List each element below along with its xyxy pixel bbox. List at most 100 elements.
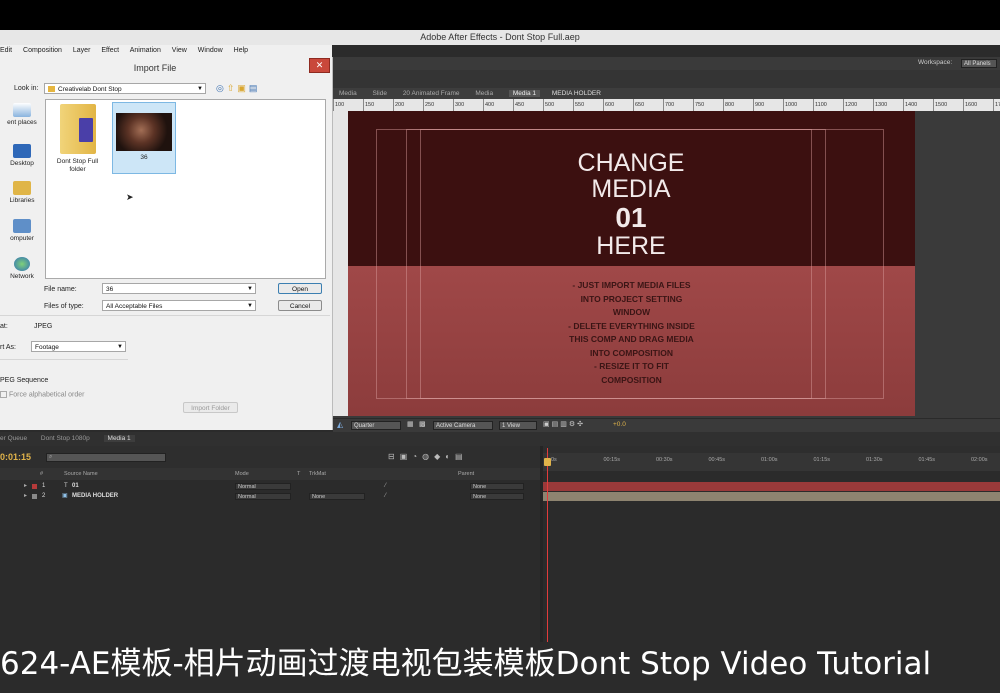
layer-row-1[interactable]: ▸ 1 T 01 Normal ⁄ None: [0, 482, 540, 491]
import-as-select[interactable]: Footage ▼: [31, 341, 126, 352]
menu-animation[interactable]: Animation: [130, 47, 161, 54]
menu-edit[interactable]: Edit: [0, 47, 12, 54]
desktop-icon: [13, 144, 31, 158]
place-label: ent places: [7, 119, 37, 126]
views-select[interactable]: 1 View: [499, 421, 537, 430]
layer-row-2[interactable]: ▸ 2 ▣ MEDIA HOLDER Normal None ⁄ None: [0, 492, 540, 501]
viewer-toolbar: ◭ Quarter ▦ ▩ Active Camera 1 View ▣▤▥⚙✣…: [333, 418, 1000, 432]
ruler-tick-label: 1000: [783, 99, 813, 111]
viewer-tab[interactable]: Media: [339, 90, 357, 97]
current-timecode[interactable]: 0:01:15: [0, 452, 31, 462]
menu-view[interactable]: View: [172, 47, 187, 54]
format-value: JPEG: [34, 323, 53, 330]
look-in-select[interactable]: Creativelab Dont Stop ▼: [44, 83, 206, 94]
composition-canvas: CHANGE MEDIA 01 HERE - JUST IMPORT MEDIA…: [348, 111, 915, 416]
sequence-checkbox-label[interactable]: PEG Sequence: [0, 377, 48, 384]
back-icon[interactable]: ◎: [216, 83, 227, 93]
place-network[interactable]: Network: [0, 257, 44, 280]
current-time-indicator[interactable]: [547, 448, 548, 642]
layer-bar-1[interactable]: [543, 482, 1000, 491]
menu-effect[interactable]: Effect: [101, 47, 119, 54]
text-layer-icon: T: [64, 483, 68, 489]
timeline-switch-icons[interactable]: ⊟▣◔◍◆◐▤: [388, 452, 468, 461]
dialog-close-button[interactable]: ✕: [309, 58, 330, 73]
camera-select[interactable]: Active Camera: [433, 421, 493, 430]
place-label: Desktop: [10, 160, 34, 167]
ruler-tick-label: 500: [543, 99, 573, 111]
workspace-select[interactable]: All Panels: [961, 59, 997, 68]
cancel-button[interactable]: Cancel: [278, 300, 322, 311]
divider: [0, 315, 330, 316]
layer-trkmat-select[interactable]: None: [309, 493, 365, 500]
workspace-label: Workspace:: [918, 59, 953, 66]
new-folder-icon[interactable]: ▣: [237, 83, 249, 93]
layer-parent-select[interactable]: None: [470, 483, 524, 490]
region-of-interest-icon[interactable]: ▦: [407, 420, 414, 428]
comp-instructions: - JUST IMPORT MEDIA FILES INTO PROJECT S…: [348, 267, 915, 387]
menu-layer[interactable]: Layer: [73, 47, 91, 54]
ruler-tick-label: 1500: [933, 99, 963, 111]
ruler-tick-label: 1200: [843, 99, 873, 111]
chevron-down-icon: ▼: [117, 344, 123, 350]
place-libraries[interactable]: Libraries: [0, 181, 44, 204]
nav-toolbar: ◎⇧▣▤: [216, 83, 260, 94]
time-tick-label: 01:00s: [761, 457, 778, 463]
timeline-search-input[interactable]: ⌕: [46, 453, 166, 462]
layer-bar-2[interactable]: [543, 492, 1000, 501]
up-folder-icon[interactable]: ⇧: [227, 83, 238, 93]
file-item-image-selected[interactable]: 36: [112, 102, 176, 174]
column-trkmat: TrkMat: [309, 471, 326, 477]
ruler-tick-label: 900: [753, 99, 783, 111]
expand-arrow-icon[interactable]: ▸: [24, 492, 27, 501]
playhead-handle-icon[interactable]: [544, 458, 551, 466]
label-color-icon[interactable]: [32, 494, 37, 499]
viewer-tabs: Media Slide 20 Animated Frame Media Medi…: [333, 88, 1000, 99]
layer-switch-icon[interactable]: ⁄: [385, 492, 386, 501]
expand-arrow-icon[interactable]: ▸: [24, 482, 27, 491]
ruler-tick-label: 100: [333, 99, 363, 111]
viewer-extra-icons[interactable]: ▣▤▥⚙✣: [543, 420, 585, 428]
viewer-tab-active[interactable]: Media 1: [508, 90, 541, 97]
viewer-tab[interactable]: MEDIA HOLDER: [552, 90, 601, 97]
timeline-tab-active[interactable]: Media 1: [103, 435, 135, 442]
layer-switch-icon[interactable]: ⁄: [385, 482, 386, 491]
viewer-tab[interactable]: 20 Animated Frame: [403, 90, 460, 97]
layer-mode-select[interactable]: Normal: [235, 483, 291, 490]
mouse-cursor-icon: ➤: [126, 192, 134, 202]
window-title: Adobe After Effects - Dont Stop Full.aep: [0, 30, 1000, 45]
layer-name[interactable]: MEDIA HOLDER: [72, 492, 118, 501]
viewer-tab[interactable]: Slide: [373, 90, 387, 97]
view-menu-icon[interactable]: ▤: [249, 83, 261, 93]
timeline-tab[interactable]: Dont Stop 1080p: [41, 435, 90, 442]
layer-parent-select[interactable]: None: [470, 493, 524, 500]
layer-name[interactable]: 01: [72, 482, 79, 491]
menu-composition[interactable]: Composition: [23, 47, 62, 54]
transparency-grid-icon[interactable]: ▩: [419, 420, 426, 428]
exposure-value[interactable]: +0.0: [613, 421, 626, 428]
import-folder-button[interactable]: Import Folder: [183, 402, 238, 413]
files-of-type-select[interactable]: All Acceptable Files ▼: [102, 300, 256, 311]
time-tick-label: 02:00s: [971, 457, 988, 463]
place-recent[interactable]: ent places: [0, 103, 44, 126]
layer-index: 1: [42, 483, 46, 489]
label-color-icon[interactable]: [32, 484, 37, 489]
file-list: Dont Stop Full folder 36 ➤: [45, 99, 326, 279]
file-name-input[interactable]: 36 ▼: [102, 283, 256, 294]
place-desktop[interactable]: Desktop: [0, 144, 44, 167]
menu-window[interactable]: Window: [198, 47, 223, 54]
place-computer[interactable]: omputer: [0, 219, 44, 242]
column-t: T: [297, 471, 301, 477]
open-button[interactable]: Open: [278, 283, 322, 294]
viewer-tab[interactable]: Media: [475, 90, 493, 97]
look-in-value: Creativelab Dont Stop: [58, 86, 122, 93]
resolution-select[interactable]: Quarter: [351, 421, 401, 430]
timeline-columns: # Source Name Mode T TrkMat Parent: [0, 468, 540, 480]
instruction-line: - DELETE EVERYTHING INSIDE: [568, 320, 695, 331]
always-preview-icon[interactable]: ◭: [337, 420, 343, 429]
time-tick-label: 00:15s: [603, 457, 621, 463]
layer-mode-select[interactable]: Normal: [235, 493, 291, 500]
timeline-tab[interactable]: er Queue: [0, 435, 27, 442]
file-item-folder[interactable]: Dont Stop Full folder: [50, 102, 105, 182]
force-alphabetical-checkbox[interactable]: Force alphabetical order: [0, 391, 85, 398]
menu-help[interactable]: Help: [234, 47, 248, 54]
